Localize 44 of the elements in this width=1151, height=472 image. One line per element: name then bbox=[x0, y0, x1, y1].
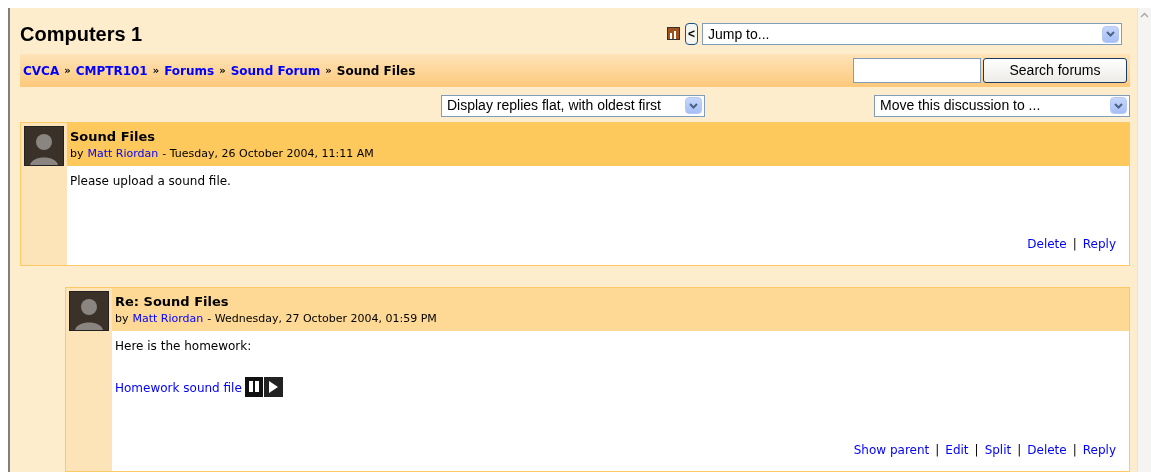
search-forums-button[interactable]: Search forums bbox=[983, 58, 1127, 84]
breadcrumb-link[interactable]: CMPTR101 bbox=[75, 61, 148, 80]
media-player-icon[interactable] bbox=[244, 377, 283, 397]
scrollbar[interactable] bbox=[1137, 8, 1151, 472]
post-subject: Sound Files bbox=[70, 128, 156, 146]
breadcrumb-link[interactable]: CVCA bbox=[23, 61, 60, 80]
breadcrumb-separator: » bbox=[152, 64, 160, 79]
command-separator: | bbox=[1017, 442, 1022, 459]
command-separator: | bbox=[935, 442, 940, 459]
post-message: Here is the homework: bbox=[115, 338, 253, 355]
command-link[interactable]: Show parent bbox=[853, 441, 930, 459]
breadcrumb-separator: » bbox=[219, 64, 226, 79]
post-date: - Tuesday, 26 October 2004, 11:11 AM bbox=[162, 146, 374, 162]
avatar-icon bbox=[24, 126, 64, 166]
command-separator: | bbox=[1072, 442, 1077, 459]
previous-button[interactable]: < bbox=[685, 23, 698, 46]
command-separator: | bbox=[1072, 236, 1077, 253]
command-link[interactable]: Reply bbox=[1082, 441, 1116, 459]
command-link[interactable]: Delete bbox=[1027, 441, 1067, 459]
breadcrumb-separator: » bbox=[64, 64, 71, 79]
breadcrumb-link[interactable]: Forums bbox=[164, 61, 215, 80]
course-title: Computers 1 bbox=[20, 22, 143, 48]
post-message: Please upload a sound file. bbox=[70, 173, 232, 190]
breadcrumb-link[interactable]: Sound Forum bbox=[230, 61, 321, 80]
search-field[interactable] bbox=[853, 58, 981, 84]
command-separator: | bbox=[974, 442, 979, 459]
by-label: by bbox=[115, 311, 129, 327]
author-link[interactable]: Matt Riordan bbox=[87, 146, 159, 162]
post-subject: Re: Sound Files bbox=[115, 293, 230, 311]
author-link[interactable]: Matt Riordan bbox=[132, 311, 204, 327]
sound-file-link[interactable]: Homework sound file bbox=[115, 379, 242, 397]
by-label: by bbox=[70, 146, 84, 162]
post-date: - Wednesday, 27 October 2004, 01:59 PM bbox=[207, 311, 437, 327]
move-discussion-select[interactable]: Move this discussion to ... bbox=[874, 94, 1130, 117]
breadcrumb-current: Sound Files bbox=[336, 62, 416, 80]
breadcrumb-separator: » bbox=[325, 64, 332, 79]
jump-to-select[interactable]: Jump to... bbox=[702, 23, 1122, 46]
avatar-icon bbox=[69, 291, 109, 331]
command-link[interactable]: Delete bbox=[1027, 235, 1067, 253]
command-link[interactable]: Edit bbox=[945, 441, 969, 459]
command-link[interactable]: Reply bbox=[1082, 235, 1116, 253]
command-link[interactable]: Split bbox=[984, 441, 1012, 459]
display-mode-select[interactable]: Display replies flat, with oldest first bbox=[441, 94, 705, 117]
chart-icon[interactable] bbox=[667, 27, 681, 42]
